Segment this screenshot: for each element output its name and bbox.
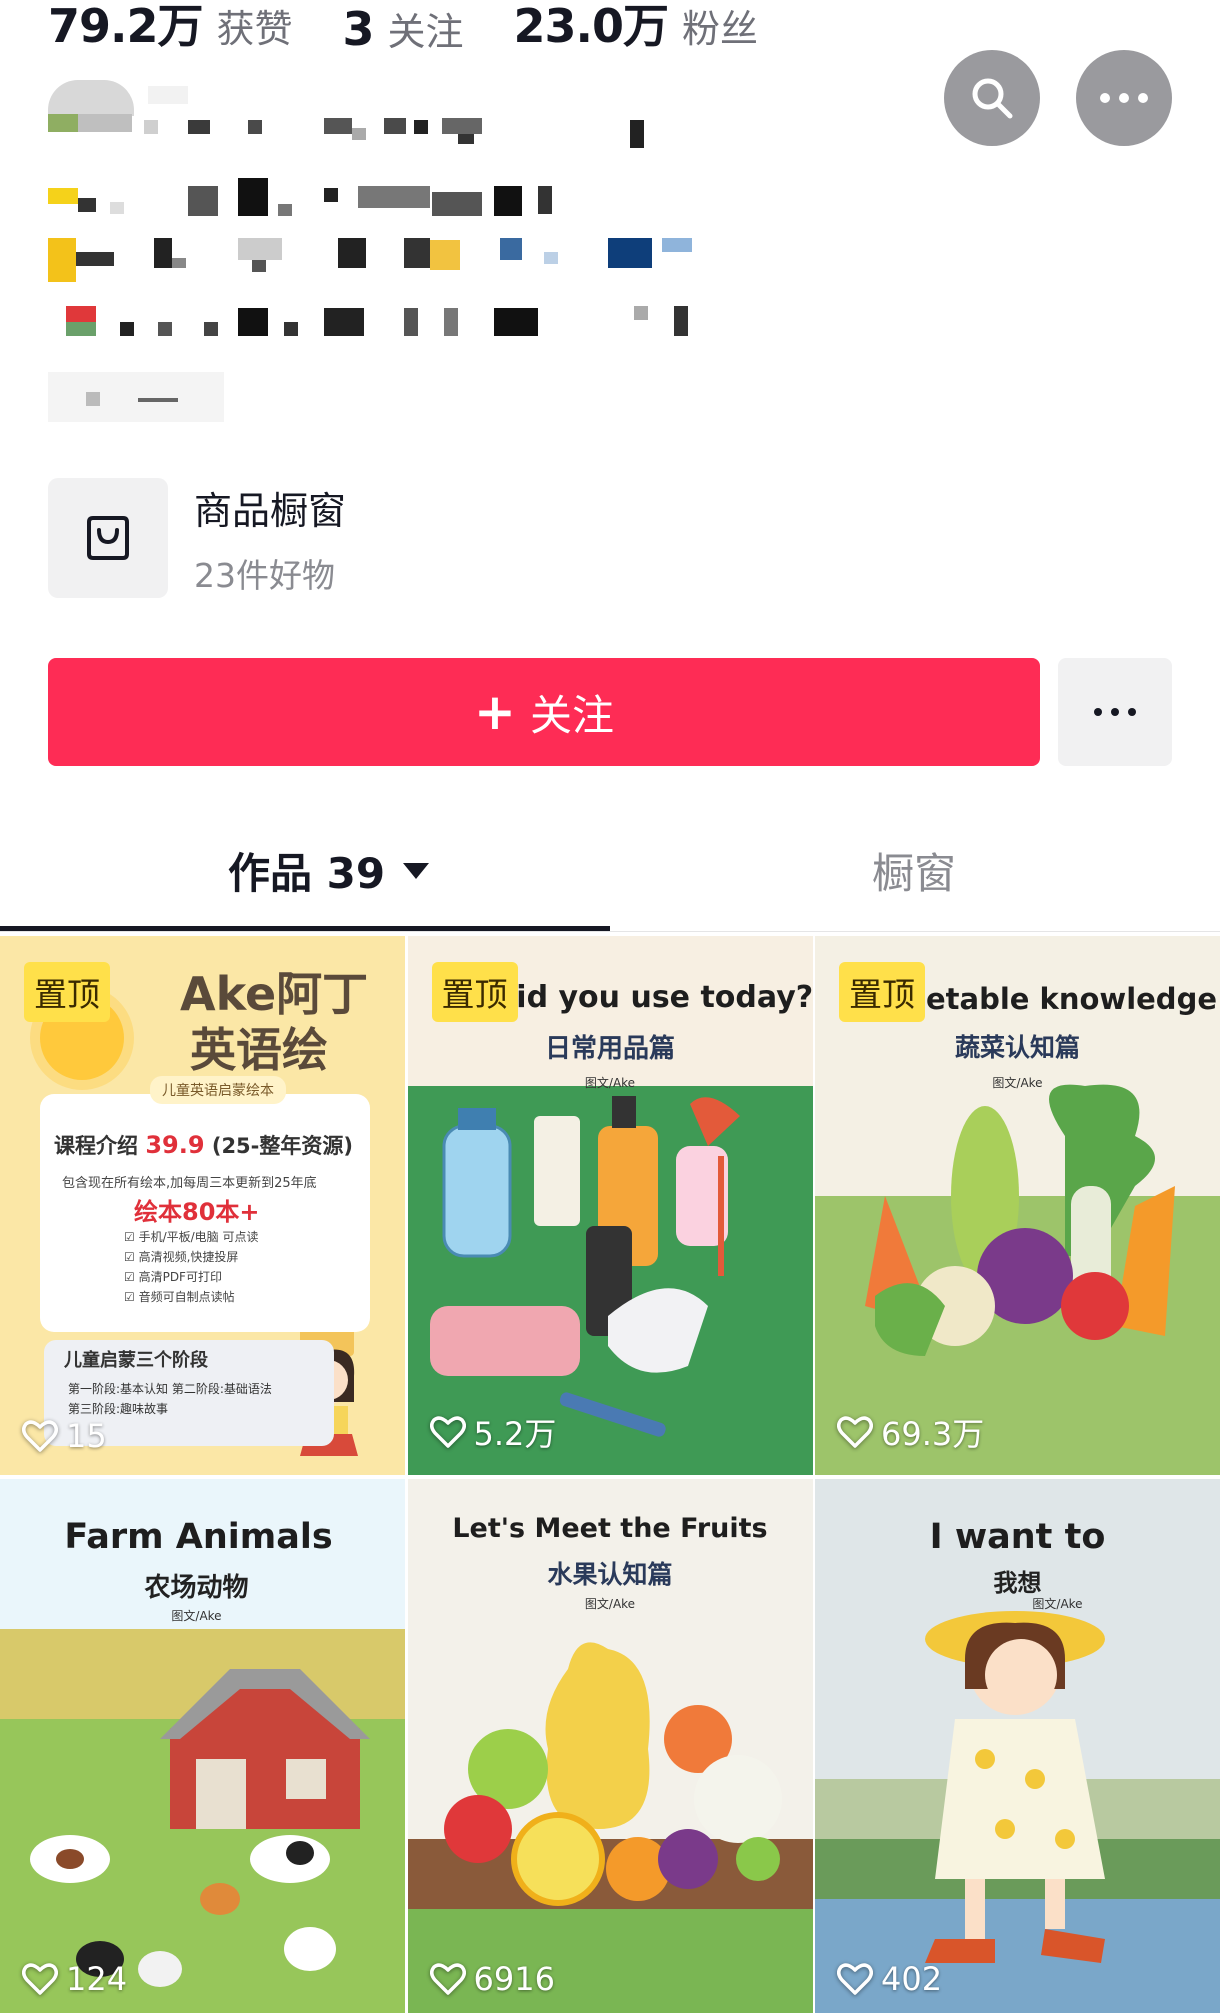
course-suffix: (25-整年资源) [211, 1134, 353, 1158]
follow-button[interactable]: + 关注 [48, 658, 1040, 766]
like-count-value: 6916 [473, 1960, 555, 1998]
course-prefix: 课程介绍 [54, 1134, 138, 1158]
course-feature: ☑ 手机/平板/电脑 可点读 [124, 1230, 259, 1244]
follow-more-button[interactable] [1058, 658, 1172, 766]
pinned-badge: 置顶 [431, 962, 518, 1022]
tab-shop-window[interactable]: 橱窗 [872, 840, 956, 901]
search-icon [972, 78, 1013, 119]
censored-bio [48, 80, 708, 430]
thumbnail-title: Let's Meet the Fruits [452, 1513, 768, 1544]
thumbnail-subtitle: 农场动物 [144, 1573, 249, 1603]
thumbnail-credit: 图文/Ake [584, 1076, 636, 1090]
video-thumbnail[interactable]: 置顶 etable knowledge 蔬菜认知篇 图文/Ake 69.3万 [815, 936, 1220, 1475]
likes-label: 获赞 [216, 7, 293, 51]
follow-label: 关注 [529, 690, 614, 740]
rainy-girl-illustration [925, 1611, 1105, 1963]
shop-window-entry[interactable]: 商品橱窗 23件好物 [48, 478, 346, 598]
followers-count: 23.0万 [513, 0, 669, 53]
thumbnail-credit: 图文/Ake [1032, 1597, 1083, 1611]
followers-stat[interactable]: 23.0万 粉丝 [514, 0, 759, 56]
pinned-badge: 置顶 [839, 962, 925, 1022]
plus-icon: + [474, 683, 516, 741]
farm-illustration [30, 1669, 370, 1987]
thumbnail-credit: 图文/Ake [992, 1076, 1043, 1090]
heart-icon [22, 1420, 58, 1452]
tab-works-label: 作品 39 [228, 849, 386, 898]
heart-icon [429, 1416, 466, 1448]
shopping-bag-icon [87, 516, 129, 560]
video-thumbnail[interactable]: Farm Animals 农场动物 图文/Ake 124 [0, 1479, 405, 2013]
thumbnail-subtitle: 蔬菜认知篇 [954, 1033, 1080, 1062]
following-label: 关注 [387, 10, 464, 54]
heart-icon [22, 1963, 58, 1995]
like-count: 5.2万 [429, 1409, 557, 1455]
like-count: 15 [22, 1417, 107, 1455]
thumbnail-credit: 图文/Ake [584, 1597, 636, 1611]
video-thumbnail[interactable]: 置顶 did you use today? 日常用品篇 图文/Ake 5.2万 [407, 936, 813, 1475]
video-thumbnail[interactable]: 置顶 Ake阿丁 英语绘 儿童英语启蒙绘本 课程介绍 39.9 (25-整年资源… [0, 936, 405, 1475]
thumbnail-tag: 儿童英语启蒙绘本 [150, 1076, 286, 1104]
like-count: 69.3万 [837, 1409, 984, 1455]
more-icon [1094, 708, 1136, 716]
shop-icon-tile [48, 478, 168, 598]
like-count-value: 124 [66, 1960, 128, 1998]
thumbnail-title: I want to [929, 1517, 1106, 1557]
like-count: 6916 [429, 1960, 555, 1998]
video-thumbnail[interactable]: Let's Meet the Fruits 水果认知篇 图文/Ake 6916 [407, 1479, 813, 2013]
stage-title: 儿童启蒙三个阶段 [64, 1350, 208, 1371]
shop-item-count: 23件好物 [194, 555, 335, 595]
heart-icon [837, 1416, 873, 1448]
thumbnail-subtitle: 水果认知篇 [547, 1560, 673, 1589]
more-icon [1100, 93, 1148, 103]
like-count: 402 [837, 1960, 942, 1998]
course-feature: ☑ 高清PDF可打印 [124, 1270, 222, 1284]
shop-title: 商品橱窗 [194, 488, 347, 533]
tab-works[interactable]: 作品 39 [228, 840, 430, 901]
more-options-button[interactable] [1076, 50, 1172, 146]
stage-line: 第三阶段:趣味故事 [68, 1402, 169, 1416]
video-grid: 置顶 Ake阿丁 英语绘 儿童英语启蒙绘本 课程介绍 39.9 (25-整年资源… [0, 936, 1220, 2013]
thumbnail-credit: 图文/Ake [171, 1609, 222, 1623]
search-button[interactable] [944, 50, 1040, 146]
course-description: 包含现在所有绘本,加每周三本更新到25年底 [62, 1176, 317, 1191]
course-intro: 课程介绍 39.9 (25-整年资源) [54, 1130, 353, 1160]
like-count: 124 [22, 1960, 127, 1998]
following-stat[interactable]: 3 关注 [343, 1, 464, 56]
thumbnail-title: Farm Animals [64, 1517, 333, 1557]
heart-icon [837, 1963, 873, 1995]
caret-down-icon [403, 862, 430, 879]
course-price: 39.9 [145, 1131, 205, 1159]
thumbnail-subtitle: 我想 [993, 1569, 1042, 1597]
course-highlight: 绘本80本+ [134, 1198, 260, 1226]
video-thumbnail[interactable]: I want to 我想 图文/Ake 402 [815, 1479, 1220, 2013]
thumbnail-subtitle: 日常用品篇 [544, 1034, 675, 1064]
likes-count: 79.2万 [48, 0, 203, 53]
thumbnail-brand-line2: 英语绘 [190, 1023, 328, 1077]
course-feature: ☑ 高清视频,快捷投屏 [124, 1250, 239, 1264]
tab-divider [0, 931, 1220, 932]
like-count-value: 15 [66, 1417, 107, 1455]
like-count-value: 69.3万 [881, 1415, 985, 1453]
tab-shop-window-label: 橱窗 [872, 849, 957, 898]
fruits-illustration [443, 1642, 782, 1906]
profile-stats: 79.2万 获赞 3 关注 23.0万 粉丝 [48, 0, 808, 56]
like-count-value: 402 [881, 1960, 943, 1998]
course-feature: ☑ 音频可自制点读帖 [124, 1290, 235, 1304]
likes-stat[interactable]: 79.2万 获赞 [48, 0, 293, 56]
followers-label: 粉丝 [682, 7, 759, 51]
like-count-value: 5.2万 [473, 1415, 557, 1453]
heart-icon [429, 1963, 466, 1995]
pinned-badge: 置顶 [24, 962, 110, 1022]
stage-line: 第一阶段:基本认知 第二阶段:基础语法 [68, 1382, 272, 1396]
following-count: 3 [342, 2, 375, 56]
